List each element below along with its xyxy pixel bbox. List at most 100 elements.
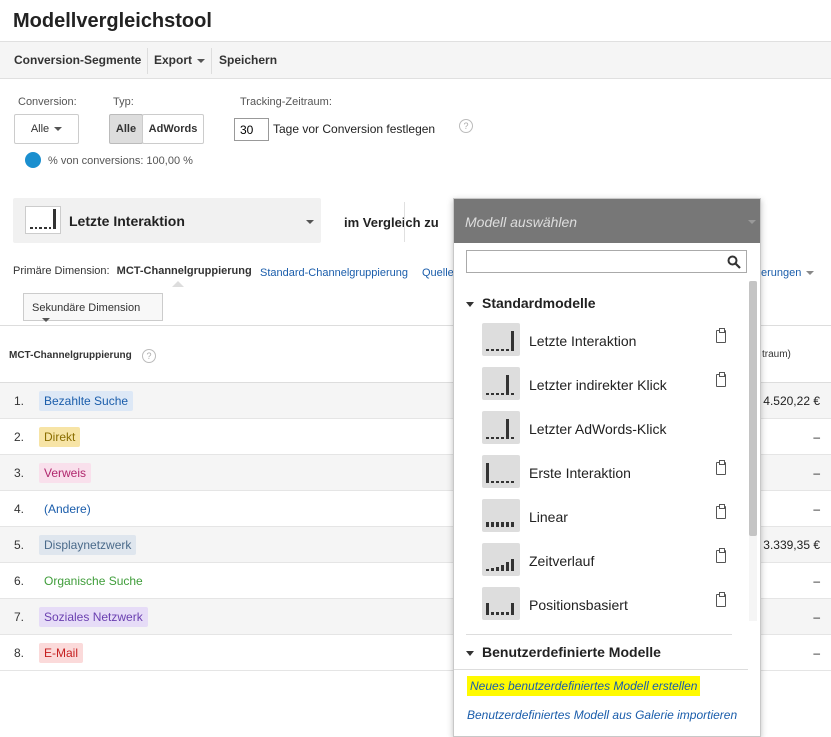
channel-label[interactable]: Bezahlte Suche bbox=[39, 391, 134, 411]
dimension-link-source[interactable]: Quelle bbox=[422, 267, 454, 279]
channel-label[interactable]: E-Mail bbox=[39, 643, 84, 663]
copy-icon[interactable] bbox=[716, 592, 726, 607]
toolbar-divider bbox=[211, 48, 212, 74]
row-value: 4.520,22 € bbox=[763, 394, 820, 408]
primary-dimension-label: Primäre Dimension: bbox=[13, 265, 110, 277]
copy-icon[interactable] bbox=[716, 372, 726, 387]
model-icon bbox=[482, 411, 520, 444]
conversion-label: Conversion: bbox=[18, 96, 77, 108]
model-dropdown-placeholder: Modell auswählen bbox=[465, 214, 578, 230]
model-icon bbox=[482, 323, 520, 356]
percent-of-conversions: % von conversions: 100,00 % bbox=[48, 155, 193, 167]
page-title: Modellvergleichstool bbox=[13, 10, 212, 32]
dimension-link-more[interactable]: erungen bbox=[761, 267, 815, 279]
tracking-days-input[interactable] bbox=[234, 118, 269, 141]
help-icon[interactable]: ? bbox=[142, 349, 156, 363]
toolbar-divider bbox=[147, 48, 148, 74]
model-dropdown-header[interactable]: Modell auswählen bbox=[454, 199, 760, 243]
active-indicator bbox=[172, 281, 184, 287]
secondary-dimension-button[interactable]: Sekundäre Dimension bbox=[23, 293, 163, 323]
channel-label[interactable]: Organische Suche bbox=[39, 571, 148, 591]
type-all-button[interactable]: Alle bbox=[109, 114, 143, 144]
model-item[interactable]: Positionsbasiert bbox=[482, 587, 744, 623]
column-header-channel[interactable]: MCT-Channelgruppierung bbox=[9, 350, 132, 361]
import-gallery-model-link[interactable]: Benutzerdefiniertes Modell aus Galerie i… bbox=[467, 708, 737, 722]
toolbar: Conversion-Segmente Export Speichern bbox=[0, 41, 831, 79]
row-number: 5. bbox=[14, 538, 25, 552]
channel-label[interactable]: Direkt bbox=[39, 427, 81, 447]
compare-label: im Vergleich zu bbox=[344, 215, 439, 230]
section-standard-label: Standardmodelle bbox=[482, 295, 596, 311]
divider bbox=[466, 634, 732, 635]
model-item[interactable]: Linear bbox=[482, 499, 744, 535]
chevron-down-icon bbox=[306, 220, 314, 224]
model-dropdown: Modell auswählen Standardmodelle Letzte … bbox=[453, 198, 761, 737]
row-value: – bbox=[813, 502, 820, 516]
export-label: Export bbox=[154, 53, 193, 67]
divider bbox=[454, 669, 748, 670]
section-custom-label: Benutzerdefinierte Modelle bbox=[482, 644, 661, 660]
model-label: Letzter AdWords-Klick bbox=[529, 421, 667, 437]
row-number: 4. bbox=[14, 502, 25, 516]
create-custom-model-link[interactable]: Neues benutzerdefiniertes Modell erstell… bbox=[467, 676, 701, 696]
tracking-label: Tracking-Zeitraum: bbox=[240, 96, 332, 108]
chevron-down-icon bbox=[748, 220, 756, 224]
copy-icon[interactable] bbox=[716, 548, 726, 563]
section-standard-models[interactable]: Standardmodelle bbox=[466, 295, 596, 311]
model-item[interactable]: Erste Interaktion bbox=[482, 455, 744, 491]
conversion-dropdown[interactable]: Alle bbox=[14, 114, 79, 144]
help-icon[interactable]: ? bbox=[459, 119, 473, 133]
chevron-down-icon bbox=[197, 58, 206, 63]
model-icon bbox=[482, 367, 520, 400]
channel-label[interactable]: Displaynetzwerk bbox=[39, 535, 137, 555]
copy-icon[interactable] bbox=[716, 328, 726, 343]
model-selector-current[interactable]: Letzte Interaktion bbox=[13, 198, 321, 243]
model-item[interactable]: Letzter indirekter Klick bbox=[482, 367, 744, 403]
export-button[interactable]: Export bbox=[154, 53, 206, 67]
row-value: – bbox=[813, 574, 820, 588]
model-item[interactable]: Zeitverlauf bbox=[482, 543, 744, 579]
row-number: 7. bbox=[14, 610, 25, 624]
row-value: – bbox=[813, 466, 820, 480]
row-value: 3.339,35 € bbox=[763, 538, 820, 552]
model-label: Linear bbox=[529, 509, 568, 525]
row-number: 3. bbox=[14, 466, 25, 480]
row-number: 1. bbox=[14, 394, 25, 408]
model-icon bbox=[482, 587, 520, 620]
model-label: Letzte Interaktion bbox=[529, 333, 637, 349]
model-icon bbox=[482, 543, 520, 576]
channel-label[interactable]: Soziales Netzwerk bbox=[39, 607, 148, 627]
active-dimension: MCT-Channelgruppierung bbox=[116, 265, 252, 277]
primary-dimension-row: Primäre Dimension: MCT-Channelgruppierun… bbox=[13, 265, 252, 277]
dimension-link-standard[interactable]: Standard-Channelgruppierung bbox=[260, 267, 408, 279]
model-label: Letzter indirekter Klick bbox=[529, 377, 667, 393]
row-value: – bbox=[813, 430, 820, 444]
row-value: – bbox=[813, 610, 820, 624]
create-custom-model-label: Neues benutzerdefiniertes Modell erstell… bbox=[467, 676, 701, 696]
type-label: Typ: bbox=[113, 96, 134, 108]
type-adwords-button[interactable]: AdWords bbox=[142, 114, 204, 144]
row-number: 2. bbox=[14, 430, 25, 444]
chevron-down-icon bbox=[806, 271, 815, 276]
dimension-link-more-label: erungen bbox=[761, 267, 802, 279]
model-label: Positionsbasiert bbox=[529, 597, 628, 613]
model-item[interactable]: Letzte Interaktion bbox=[482, 323, 744, 359]
conversion-segments-button[interactable]: Conversion-Segmente bbox=[14, 53, 141, 67]
channel-label[interactable]: (Andere) bbox=[39, 499, 96, 519]
pie-chart-icon bbox=[25, 152, 41, 168]
row-value: – bbox=[813, 646, 820, 660]
model-item[interactable]: Letzter AdWords-Klick bbox=[482, 411, 744, 447]
model-search-input[interactable] bbox=[466, 250, 747, 273]
save-button[interactable]: Speichern bbox=[219, 53, 277, 67]
chevron-down-icon bbox=[54, 127, 63, 132]
column-header-value: traum) bbox=[762, 349, 791, 360]
copy-icon[interactable] bbox=[716, 504, 726, 519]
row-number: 6. bbox=[14, 574, 25, 588]
copy-icon[interactable] bbox=[716, 460, 726, 475]
section-custom-models[interactable]: Benutzerdefinierte Modelle bbox=[466, 644, 661, 660]
channel-label[interactable]: Verweis bbox=[39, 463, 92, 483]
search-icon[interactable] bbox=[727, 255, 741, 269]
triangle-down-icon bbox=[466, 301, 474, 307]
scrollbar-thumb[interactable] bbox=[749, 281, 757, 536]
tracking-suffix: Tage vor Conversion festlegen bbox=[273, 122, 436, 136]
